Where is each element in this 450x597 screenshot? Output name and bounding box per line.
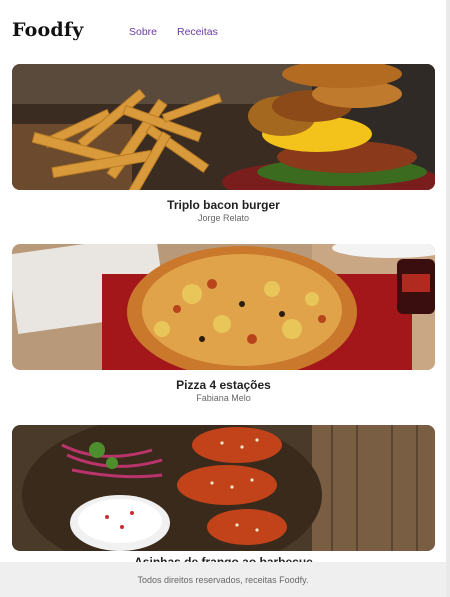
site-footer: Todos direitos reservados, receitas Food… bbox=[0, 562, 446, 597]
recipe-image-pizza[interactable] bbox=[12, 244, 435, 370]
recipe-author: Fabiana Melo bbox=[196, 393, 251, 403]
recipe-card[interactable]: Pizza 4 estações Fabiana Melo bbox=[12, 244, 435, 403]
page-edge bbox=[446, 0, 450, 597]
recipe-image-burger[interactable] bbox=[12, 64, 435, 190]
nav-link-sobre[interactable]: Sobre bbox=[129, 26, 157, 38]
footer-text: Todos direitos reservados, receitas Food… bbox=[137, 574, 309, 585]
recipe-title[interactable]: Pizza 4 estações bbox=[12, 378, 435, 392]
recipe-card[interactable] bbox=[12, 425, 435, 551]
recipe-author: Jorge Relato bbox=[197, 213, 250, 223]
site-logo[interactable]: Foodfy bbox=[12, 19, 84, 41]
recipe-card[interactable]: Triplo bacon burger Jorge Relato bbox=[12, 64, 435, 223]
recipe-image-wings[interactable] bbox=[12, 425, 435, 551]
site-header: Foodfy Sobre Receitas bbox=[0, 0, 446, 64]
recipe-title[interactable]: Triplo bacon burger bbox=[12, 198, 435, 212]
nav-link-receitas[interactable]: Receitas bbox=[177, 26, 218, 38]
